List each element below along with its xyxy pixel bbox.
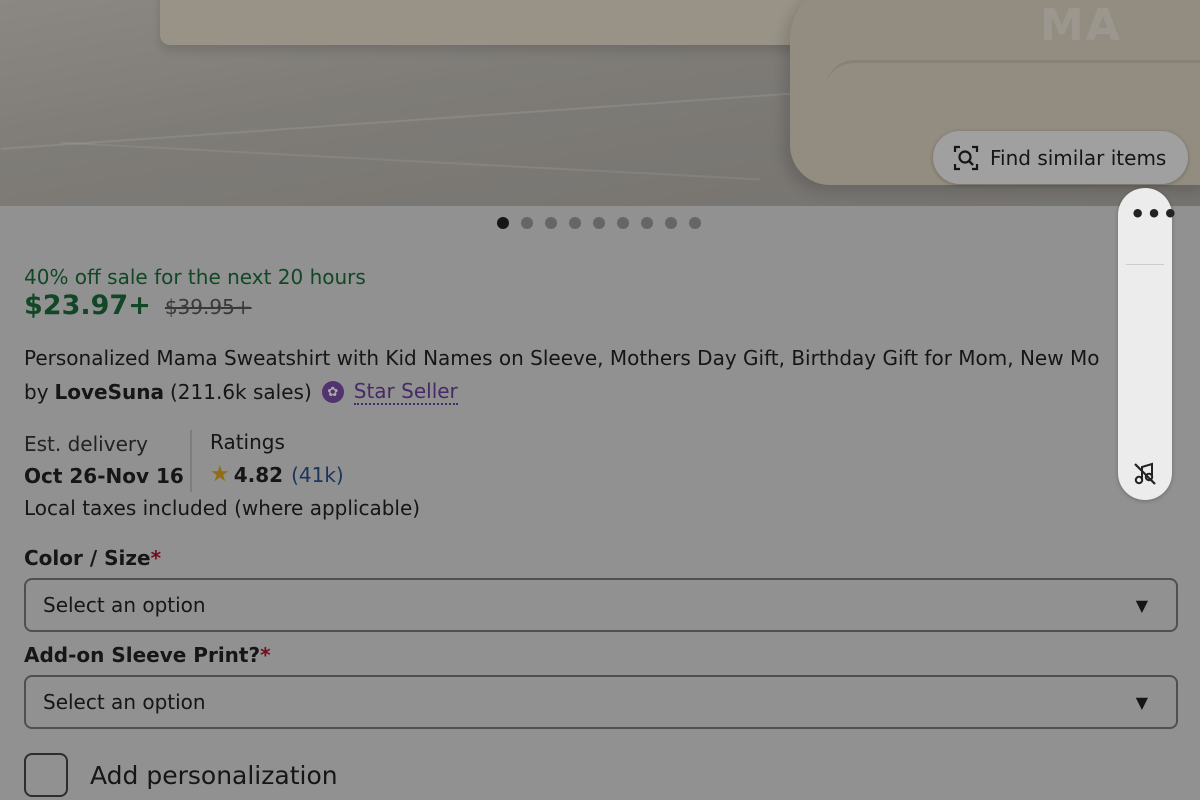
seller-name[interactable]: LoveSuna — [55, 380, 164, 404]
required-marker: * — [260, 643, 271, 667]
price-row: $23.97+ $39.95+ — [24, 290, 252, 321]
caret-down-icon: ▼ — [1135, 595, 1148, 615]
color-size-label-text: Color / Size — [24, 546, 151, 570]
embossed-text: MA — [1040, 0, 1122, 51]
caret-down-icon: ▼ — [1135, 692, 1148, 712]
carousel-dot[interactable] — [497, 217, 509, 229]
find-similar-items-button[interactable]: Find similar items — [933, 131, 1188, 184]
carousel-dot[interactable] — [665, 217, 677, 229]
carousel-dots — [497, 217, 701, 229]
seller-sales: (211.6k sales) — [170, 380, 312, 404]
sleeve-print-label: Add-on Sleeve Print?* — [24, 643, 271, 667]
carousel-dot[interactable] — [617, 217, 629, 229]
star-icon: ★ — [210, 462, 230, 487]
personalization-checkbox[interactable] — [24, 753, 68, 797]
fabric-fold — [0, 92, 800, 150]
ratings-value-row: ★ 4.82 (41k) — [210, 462, 344, 487]
ratings-block[interactable]: Ratings ★ 4.82 (41k) — [210, 430, 344, 487]
seller-line: by LoveSuna (211.6k sales) ✿ Star Seller — [24, 379, 458, 405]
ratings-label: Ratings — [210, 430, 285, 454]
star-seller-link[interactable]: Star Seller — [353, 379, 458, 405]
delivery-value: Oct 26-Nov 16 — [24, 464, 184, 488]
rating-value: 4.82 — [233, 462, 284, 487]
personalization-label: Add personalization — [90, 760, 338, 790]
required-marker: * — [150, 546, 162, 570]
star-seller-badge-icon: ✿ — [321, 381, 344, 403]
taxes-note: Local taxes included (where applicable) — [24, 496, 421, 520]
sweatshirt-left — [160, 0, 820, 45]
fabric-fold — [60, 141, 760, 181]
sleeve-print-placeholder: Select an option — [43, 690, 206, 714]
color-size-placeholder: Select an option — [43, 593, 206, 617]
product-title: Personalized Mama Sweatshirt with Kid Na… — [24, 346, 1100, 370]
floating-toolbar: ••• — [1118, 188, 1178, 500]
divider — [190, 430, 192, 492]
carousel-dot[interactable] — [689, 217, 701, 229]
music-off-icon[interactable] — [1131, 460, 1159, 488]
sleeve-print-select[interactable]: Select an option ▼ — [24, 675, 1178, 729]
carousel-dot[interactable] — [569, 217, 581, 229]
sale-banner: 40% off sale for the next 20 hours — [24, 265, 366, 289]
seller-prefix: by — [24, 380, 49, 404]
color-size-label: Color / Size* — [24, 546, 161, 570]
find-similar-label: Find similar items — [990, 145, 1167, 170]
carousel-dot[interactable] — [641, 217, 653, 229]
delivery-block: Est. delivery Oct 26-Nov 16 — [24, 432, 184, 488]
personalization-row[interactable]: Add personalization — [24, 753, 338, 797]
toolbar-divider — [1126, 264, 1164, 265]
color-size-select[interactable]: Select an option ▼ — [24, 578, 1178, 632]
carousel-dot[interactable] — [521, 217, 533, 229]
more-horizontal-icon[interactable]: ••• — [1130, 200, 1179, 228]
delivery-label: Est. delivery — [24, 432, 148, 456]
sale-price: $23.97+ — [24, 290, 151, 321]
carousel-dot[interactable] — [545, 217, 557, 229]
sleeve-print-label-text: Add-on Sleeve Print? — [24, 643, 261, 667]
original-price: $39.95+ — [164, 295, 252, 319]
visual-search-icon — [953, 145, 979, 171]
carousel-dot[interactable] — [593, 217, 605, 229]
rating-count[interactable]: (41k) — [291, 463, 344, 487]
